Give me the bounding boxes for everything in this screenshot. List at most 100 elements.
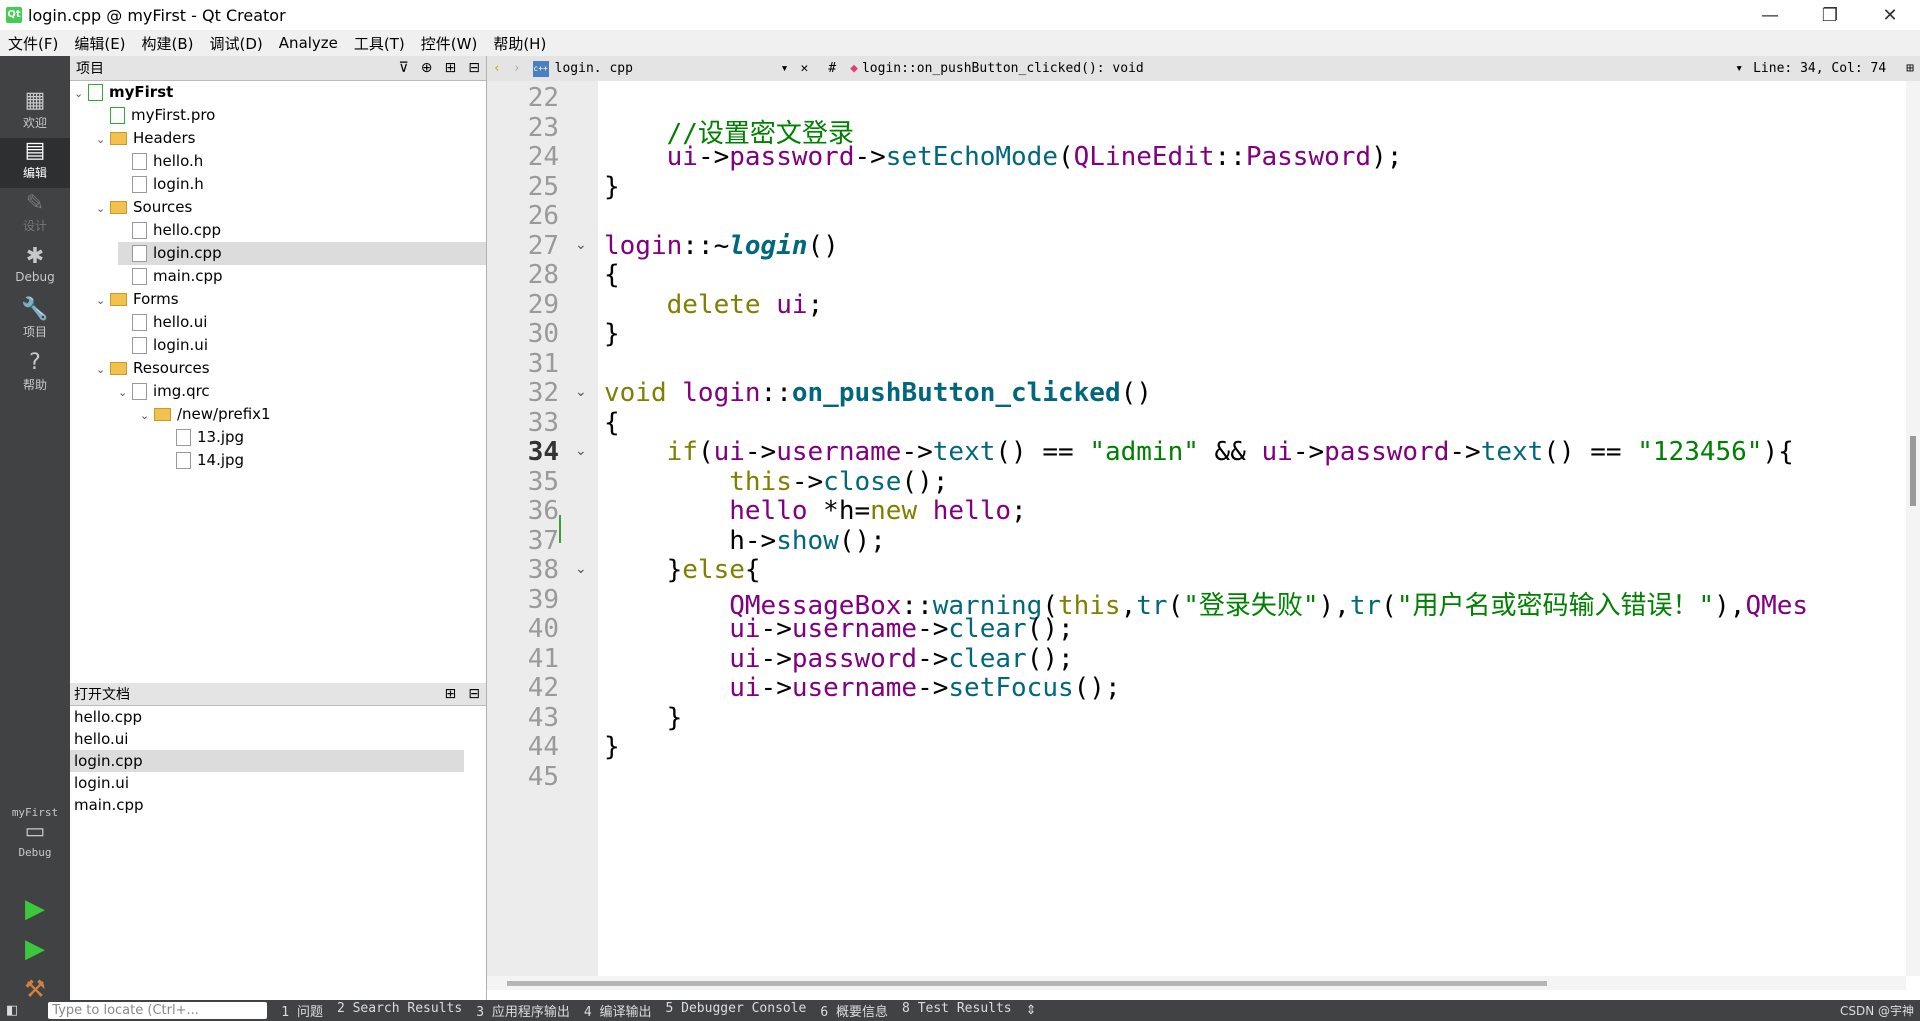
horizontal-scroll-thumb[interactable] (507, 981, 1547, 986)
fold-chevron-icon[interactable]: ⌄ (575, 384, 587, 400)
chevron-down-icon[interactable]: ⌄ (118, 381, 132, 404)
output-tab[interactable]: 4 编译输出 (584, 1001, 652, 1020)
line-number: 42 (527, 673, 559, 703)
close-button[interactable]: ✕ (1860, 5, 1920, 26)
open-document-item[interactable]: login.ui (70, 772, 464, 794)
mode-help[interactable]: ? 帮助 (0, 350, 70, 400)
menu-tools[interactable]: 工具(T) (346, 33, 413, 54)
code-line: this->close(); (604, 467, 948, 497)
tree-item[interactable]: ⌄ /new/prefix1 (140, 403, 486, 426)
mode-debug[interactable]: ✱ Debug (0, 244, 70, 294)
tree-item[interactable]: login.cpp (118, 242, 486, 265)
fold-chevron-icon[interactable]: ⌄ (575, 443, 587, 459)
open-document-item[interactable]: hello.ui (70, 728, 464, 750)
tree-item-label: Headers (133, 129, 196, 147)
menu-analyze[interactable]: Analyze (271, 34, 346, 52)
code-line: h->show(); (604, 526, 886, 556)
output-tab[interactable]: 1 问题 (281, 1001, 323, 1020)
horizontal-scrollbar[interactable] (487, 976, 1906, 990)
tree-item[interactable]: 14.jpg (162, 449, 486, 472)
back-arrow-icon[interactable]: ‹ (487, 61, 507, 76)
menu-build[interactable]: 构建(B) (134, 33, 202, 54)
menu-help[interactable]: 帮助(H) (485, 33, 554, 54)
code-editor[interactable]: //设置密文登录 ui->password->setEchoMode(QLine… (598, 81, 1906, 976)
tree-item[interactable]: ⌄ myFirst (74, 81, 486, 104)
output-tab[interactable]: 2 Search Results (337, 1001, 462, 1020)
output-tab[interactable]: 6 概要信息 (820, 1001, 888, 1020)
file-dropdown-chevron-icon[interactable]: ▾ (775, 61, 795, 76)
symbol-selector[interactable]: login::on_pushButton_clicked(): void (862, 61, 1729, 76)
tree-item[interactable]: myFirst.pro (96, 104, 486, 127)
output-tab[interactable]: 5 Debugger Console (666, 1001, 807, 1020)
image-file-icon (176, 452, 191, 469)
tree-item[interactable]: ⌄ Forms (96, 288, 486, 311)
tree-item[interactable]: login.ui (118, 334, 486, 357)
mode-design[interactable]: ✎ 设计 (0, 191, 70, 241)
open-document-item[interactable]: login.cpp (70, 750, 464, 772)
menu-file[interactable]: 文件(F) (0, 33, 66, 54)
editor-file-name[interactable]: login. cpp (555, 61, 775, 76)
restore-button[interactable]: ❐ (1800, 5, 1860, 26)
mode-welcome[interactable]: ▦ 欢迎 (0, 88, 70, 138)
chevron-down-icon[interactable]: ⌄ (96, 358, 110, 381)
chevron-down-icon[interactable]: ⌄ (140, 404, 154, 427)
vertical-scroll-thumb[interactable] (1910, 436, 1916, 506)
chevron-down-icon[interactable]: ⌄ (96, 197, 110, 220)
tree-item[interactable]: ⌄ Headers (96, 127, 486, 150)
code-token: -> (854, 142, 886, 172)
run-button[interactable]: ▶ (0, 896, 70, 936)
mode-projects[interactable]: 🔧 项目 (0, 297, 70, 347)
tree-item[interactable]: hello.h (118, 150, 486, 173)
close-panel-icon[interactable]: ⊟ (462, 686, 486, 702)
split-editor-icon[interactable]: ⊞ (1900, 61, 1920, 76)
tree-item[interactable]: 13.jpg (162, 426, 486, 449)
filter-icon[interactable]: ⊽ (393, 60, 415, 76)
tree-item-label: login.ui (153, 336, 208, 354)
locate-input[interactable]: Type to locate (Ctrl+... (48, 1002, 268, 1019)
toggle-sidebar-icon[interactable]: ◧ (6, 1003, 18, 1018)
pencil-icon: ✎ (25, 191, 45, 216)
code-line: void login::on_pushButton_clicked() (604, 378, 1152, 408)
minimize-button[interactable]: — (1740, 5, 1800, 26)
menu-controls[interactable]: 控件(W) (413, 33, 486, 54)
form-file-icon (132, 314, 147, 331)
menu-debug[interactable]: 调试(D) (202, 33, 271, 54)
fold-chevron-icon[interactable]: ⌄ (575, 561, 587, 577)
menu-edit[interactable]: 编辑(E) (66, 33, 133, 54)
split-icon[interactable]: ⊞ (439, 60, 463, 76)
fold-chevron-icon[interactable]: ⌄ (575, 237, 587, 253)
chevron-down-icon[interactable]: ⌄ (96, 128, 110, 151)
vertical-scrollbar[interactable] (1906, 81, 1920, 976)
tree-item[interactable]: ⌄ Sources (96, 196, 486, 219)
symbol-dropdown-chevron-icon[interactable]: ▾ (1729, 61, 1749, 76)
output-menu-chevron-icon[interactable]: ⇕ (1026, 1003, 1037, 1018)
tree-item[interactable]: ⌄ Resources (96, 357, 486, 380)
tree-item[interactable]: main.cpp (118, 265, 486, 288)
close-file-icon[interactable]: ✕ (794, 61, 814, 76)
link-icon[interactable]: ⊕ (415, 60, 439, 76)
tree-item[interactable]: hello.cpp (118, 219, 486, 242)
code-token: "用户名或密码输入错误！" (1396, 590, 1715, 621)
chevron-down-icon[interactable]: ⌄ (96, 289, 110, 312)
kit-selector[interactable]: myFirst ▭ Debug (0, 806, 70, 886)
output-tab[interactable]: 3 应用程序输出 (476, 1001, 570, 1020)
open-document-item[interactable]: hello.cpp (70, 706, 464, 728)
mode-design-label: 设计 (22, 219, 47, 233)
forward-arrow-icon[interactable]: › (507, 61, 527, 76)
tree-item[interactable]: ⌄ img.qrc (118, 380, 486, 403)
open-document-item[interactable]: main.cpp (70, 794, 464, 816)
tree-item-label: login.cpp (153, 244, 222, 262)
tree-item[interactable]: login.h (118, 173, 486, 196)
code-token: () == (1543, 437, 1638, 467)
output-tab[interactable]: 8 Test Results (902, 1001, 1012, 1020)
folder-icon (110, 293, 127, 306)
code-token: { (744, 555, 761, 585)
chevron-down-icon[interactable]: ⌄ (74, 82, 88, 105)
tree-item[interactable]: hello.ui (118, 311, 486, 334)
mode-edit[interactable]: ▤ 编辑 (0, 138, 70, 188)
split-icon[interactable]: ⊞ (439, 686, 463, 702)
close-panel-icon[interactable]: ⊟ (462, 60, 486, 76)
debug-run-button[interactable]: ▶ (0, 936, 70, 976)
